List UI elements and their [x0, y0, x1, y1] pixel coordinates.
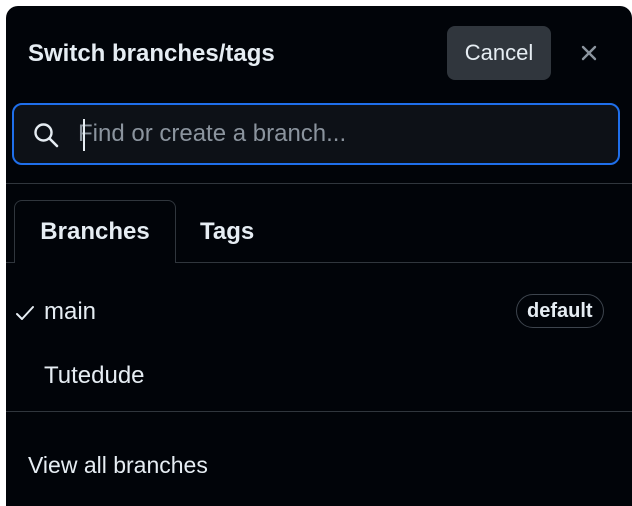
check-icon: [16, 306, 34, 320]
branch-item-tutedude[interactable]: Tutedude: [6, 348, 632, 404]
panel-title: Switch branches/tags: [28, 40, 275, 67]
panel-header: Switch branches/tags Cancel: [6, 6, 632, 98]
view-all-branches-link[interactable]: View all branches: [28, 452, 208, 479]
tab-tags[interactable]: Tags: [200, 200, 254, 263]
search-input[interactable]: [78, 113, 598, 155]
default-badge: default: [516, 294, 604, 328]
tab-bar: Branches Tags: [6, 200, 632, 264]
branch-name: Tutedude: [44, 362, 145, 389]
branch-switcher-panel: Switch branches/tags Cancel Branches Tag…: [6, 6, 632, 506]
branch-item-main[interactable]: main default: [6, 284, 632, 340]
footer-divider: [6, 411, 632, 412]
cancel-button[interactable]: Cancel: [447, 26, 551, 80]
branch-name: main: [44, 298, 97, 325]
header-divider: [6, 183, 632, 184]
search-icon: [34, 123, 59, 148]
tab-branches[interactable]: Branches: [14, 200, 176, 263]
text-caret: [83, 119, 85, 151]
branch-search-field[interactable]: [12, 103, 620, 165]
close-icon[interactable]: [574, 38, 604, 68]
